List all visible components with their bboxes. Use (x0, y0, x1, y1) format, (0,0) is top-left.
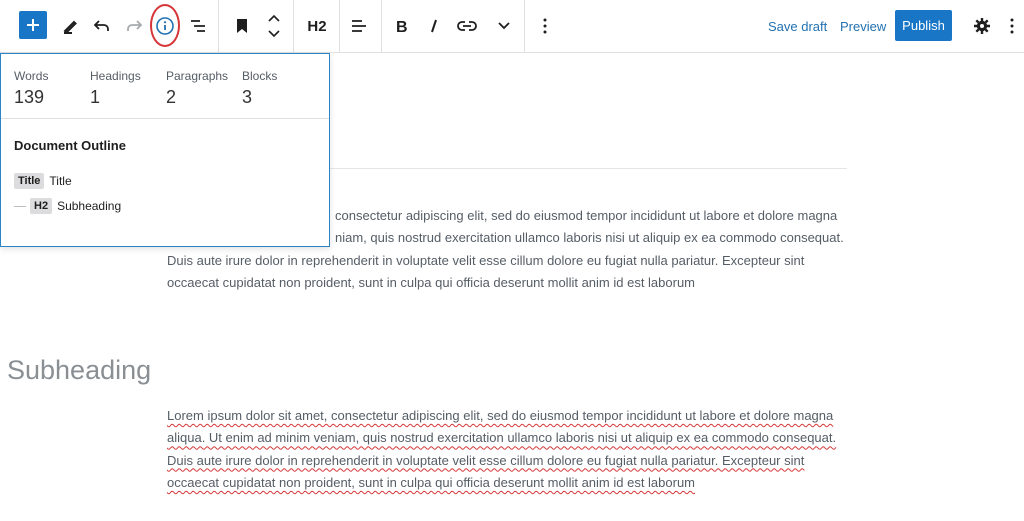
outline-title: Document Outline (14, 138, 126, 153)
align-button[interactable] (347, 0, 371, 52)
stat-paragraphs: Paragraphs 2 (166, 69, 228, 108)
toolbar-divider (339, 0, 340, 52)
toolbar-divider (218, 0, 219, 52)
toolbar-divider (293, 0, 294, 52)
link-icon (457, 21, 477, 31)
paragraph-line: Duis aute irure dolor in reprehenderit i… (167, 252, 805, 268)
bold-icon: B (396, 19, 408, 34)
bookmark-icon (237, 19, 247, 33)
block-type-button[interactable] (230, 0, 254, 52)
stat-words: Words 139 (14, 69, 48, 108)
paragraph-line: Lorem ipsum dolor sit amet, consectetur … (167, 408, 834, 423)
outline-item-label: Title (49, 174, 72, 188)
highlight-circle (150, 4, 180, 47)
undo-button[interactable] (90, 0, 114, 52)
toolbar-divider (381, 0, 382, 52)
plus-icon (27, 19, 39, 31)
gear-icon (974, 18, 990, 34)
outline-level-badge: Title (14, 173, 45, 189)
stat-label: Words (14, 69, 49, 83)
chevron-up-down-icon (268, 14, 280, 38)
panel-divider (1, 118, 329, 119)
save-draft-button[interactable]: Save draft (760, 11, 835, 41)
bold-button[interactable]: B (390, 0, 414, 52)
redo-icon (127, 20, 143, 31)
outline-level-badge: H2 (30, 198, 53, 214)
editor-toolbar: H2 B Save draft Preview Publish (0, 0, 1024, 53)
paragraph-line: occaecat cupidatat non proident, sunt in… (167, 474, 696, 490)
redo-button[interactable] (122, 0, 146, 52)
move-block-button[interactable] (263, 0, 285, 52)
stat-label: Paragraphs (166, 69, 229, 83)
italic-button[interactable] (422, 0, 446, 52)
title-separator (330, 168, 847, 169)
stat-headings: Headings 1 (90, 69, 141, 108)
stat-value: 1 (90, 87, 101, 107)
paragraph-line: occaecat cupidatat non proident, sunt in… (167, 274, 696, 290)
pencil-icon (63, 20, 77, 34)
outline-item-subheading[interactable]: H2 Subheading (14, 198, 121, 214)
options-menu-button[interactable] (1000, 0, 1024, 52)
svg-text:B: B (396, 19, 408, 34)
undo-icon (93, 20, 109, 31)
settings-button[interactable] (970, 0, 994, 52)
stat-value: 139 (14, 87, 45, 107)
heading-level-button[interactable]: H2 (298, 0, 336, 52)
paragraph-line: aliqua. Ut enim ad minim veniam, quis no… (167, 430, 837, 446)
stat-blocks: Blocks 3 (242, 69, 277, 108)
outline-tree-line (14, 205, 26, 207)
more-options-button[interactable] (533, 0, 557, 52)
list-view-button[interactable] (186, 0, 210, 52)
paragraph-line: Duis aute irure dolor in reprehenderit i… (167, 452, 805, 468)
stat-value: 3 (242, 87, 253, 107)
more-vertical-icon (543, 18, 547, 34)
italic-icon (431, 19, 437, 33)
document-info-panel: Words 139 Headings 1 Paragraphs 2 Blocks… (0, 53, 330, 247)
toolbar-divider (524, 0, 525, 52)
stat-value: 2 (166, 87, 177, 107)
chevron-down-icon (498, 22, 510, 30)
publish-button[interactable]: Publish (895, 10, 952, 41)
add-block-button[interactable] (19, 11, 47, 39)
tools-button[interactable] (58, 0, 82, 52)
list-view-icon (191, 20, 205, 32)
more-vertical-icon (1010, 18, 1014, 34)
outline-item-label: Subheading (57, 199, 122, 213)
stat-label: Headings (90, 69, 141, 83)
align-left-icon (352, 20, 366, 32)
outline-item-title[interactable]: Title Title (14, 173, 72, 189)
subheading-block[interactable]: Subheading (7, 355, 151, 386)
stat-label: Blocks (242, 69, 278, 83)
paragraph-block[interactable]: Lorem ipsum dolor sit amet, consectetur … (167, 405, 867, 494)
more-formats-button[interactable] (492, 0, 516, 52)
link-button[interactable] (454, 0, 480, 52)
preview-button[interactable]: Preview (832, 11, 894, 41)
